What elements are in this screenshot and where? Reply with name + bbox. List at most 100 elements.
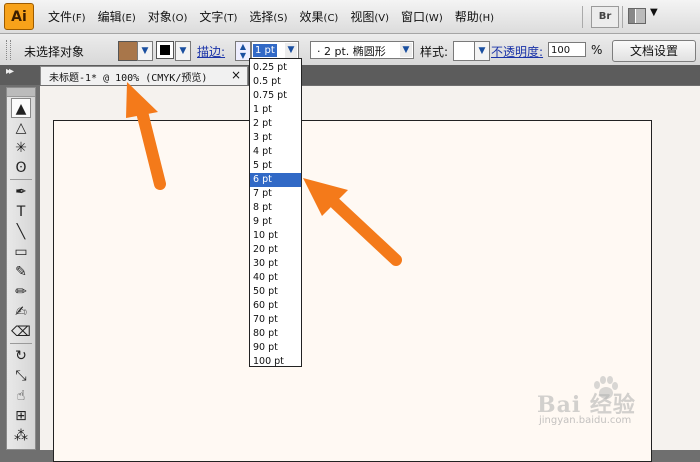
menu-bar: Ai 文件(F) 编辑(E) 对象(O) 文字(T) 选择(S) 效果(C) 视图(V) 窗口… bbox=[0, 0, 700, 34]
magic-wand-tool-button[interactable]: ✳ bbox=[11, 138, 31, 158]
stroke-weight-option[interactable]: 40 pt bbox=[250, 271, 301, 285]
selection-tool-button[interactable]: ▲ bbox=[11, 98, 31, 118]
document-tab[interactable]: 未标题-1* @ 100% (CMYK/预览) × bbox=[40, 66, 248, 85]
selection-status: 未选择对象 bbox=[24, 45, 85, 59]
menu-item[interactable]: 效果(C) bbox=[300, 8, 339, 25]
stroke-weight-option[interactable]: 50 pt bbox=[250, 285, 301, 299]
tool-separator bbox=[10, 343, 32, 344]
stroke-weight-option[interactable]: 0.5 pt bbox=[250, 75, 301, 89]
type-tool-button[interactable]: T bbox=[11, 202, 31, 222]
direct-selection-tool-button[interactable]: △ bbox=[11, 118, 31, 138]
lasso-tool-icon: ʘ bbox=[15, 160, 27, 176]
pen-tool-button[interactable]: ✒ bbox=[11, 182, 31, 202]
menu-item-accelerator: (C) bbox=[323, 13, 339, 24]
menu-item[interactable]: 文字(T) bbox=[199, 8, 237, 25]
free-transform-tool-icon: ⊞ bbox=[15, 408, 27, 424]
rotate-tool-button[interactable]: ↻ bbox=[11, 346, 31, 366]
workspace-switcher[interactable]: ▼ bbox=[628, 7, 662, 25]
opacity-label[interactable]: 不透明度: bbox=[491, 43, 543, 60]
stroke-label[interactable]: 描边: bbox=[197, 43, 225, 60]
menu-item-accelerator: (O) bbox=[171, 13, 188, 24]
menu-item[interactable]: 编辑(E) bbox=[98, 8, 136, 25]
stroke-weight-option[interactable]: 9 pt bbox=[250, 215, 301, 229]
stroke-weight-option[interactable]: 3 pt bbox=[250, 131, 301, 145]
stroke-weight-option[interactable]: 30 pt bbox=[250, 257, 301, 271]
stroke-weight-option[interactable]: 90 pt bbox=[250, 341, 301, 355]
stroke-dropdown-arrow[interactable]: ▼ bbox=[175, 41, 191, 61]
stroke-weight-option[interactable]: 7 pt bbox=[250, 187, 301, 201]
stroke-weight-option[interactable]: 2 pt bbox=[250, 117, 301, 131]
panel-grip[interactable] bbox=[6, 40, 11, 60]
stroke-weight-option[interactable]: 60 pt bbox=[250, 299, 301, 313]
stroke-weight-option[interactable]: 0.25 pt bbox=[250, 61, 301, 75]
warp-tool-button[interactable]: ☝ bbox=[11, 386, 31, 406]
lasso-tool-button[interactable]: ʘ bbox=[11, 158, 31, 178]
stroke-weight-dropdown: 0.25 pt 0.5 pt 0.75 pt 1 pt 2 pt 3 pt 4 pt 5 pt… bbox=[249, 58, 302, 367]
rectangle-tool-button[interactable]: ▭ bbox=[11, 242, 31, 262]
stroke-weight-option[interactable]: 10 pt bbox=[250, 229, 301, 243]
graphic-style-swatch[interactable] bbox=[453, 41, 475, 61]
stroke-weight-option[interactable]: 70 pt bbox=[250, 313, 301, 327]
menu-item-accelerator: (W) bbox=[425, 13, 443, 24]
fill-color-swatch[interactable] bbox=[118, 41, 138, 61]
stroke-weight-option[interactable]: 1 pt bbox=[250, 103, 301, 117]
menu-item[interactable]: 文件(F) bbox=[48, 8, 86, 25]
free-transform-tool-button[interactable]: ⊞ bbox=[11, 406, 31, 426]
stroke-weight-value[interactable]: 1 pt bbox=[253, 44, 277, 57]
menu-item[interactable]: 选择(S) bbox=[249, 8, 287, 25]
menu-item[interactable]: 视图(V) bbox=[350, 8, 389, 25]
app-logo: Ai bbox=[4, 3, 34, 30]
scale-tool-icon: ⤡ bbox=[15, 368, 27, 384]
menu-item[interactable]: 对象(O) bbox=[148, 8, 188, 25]
stroke-weight-option[interactable]: 20 pt bbox=[250, 243, 301, 257]
stroke-weight-option[interactable]: 6 pt bbox=[250, 173, 301, 187]
menu-item-label: 对象 bbox=[147, 10, 172, 24]
chevron-down-icon[interactable]: ▼ bbox=[285, 43, 297, 58]
fill-dropdown-arrow[interactable]: ▼ bbox=[137, 41, 153, 61]
menu-item-label: 文字 bbox=[199, 10, 224, 24]
style-dropdown-arrow[interactable]: ▼ bbox=[474, 41, 490, 61]
stroke-color-swatch[interactable] bbox=[156, 41, 174, 59]
scale-tool-button[interactable]: ⤡ bbox=[11, 366, 31, 386]
menu-item-label: 编辑 bbox=[97, 10, 122, 24]
stroke-weight-option[interactable]: 0.75 pt bbox=[250, 89, 301, 103]
menu-item[interactable]: 帮助(H) bbox=[455, 8, 494, 25]
menu-item-accelerator: (E) bbox=[121, 13, 136, 24]
blob-brush-tool-button[interactable]: ✍ bbox=[11, 302, 31, 322]
eraser-tool-button[interactable]: ⌫ bbox=[11, 322, 31, 342]
pencil-tool-icon: ✏ bbox=[15, 284, 27, 300]
control-bar: 未选择对象 ▼ ▼ 描边: ▲ ▼ 1 pt ▼ · 2 pt. 椭圆形 ▼ 样式… bbox=[0, 34, 700, 66]
chevron-down-icon[interactable]: ▼ bbox=[400, 43, 412, 57]
opacity-unit: % bbox=[591, 43, 603, 57]
brush-definition-select[interactable]: · 2 pt. 椭圆形 ▼ bbox=[310, 41, 414, 59]
stroke-weight-option[interactable]: 100 pt bbox=[250, 355, 301, 369]
line-tool-button[interactable]: ╲ bbox=[11, 222, 31, 242]
blob-brush-tool-icon: ✍ bbox=[15, 304, 27, 320]
menu-item-label: 效果 bbox=[299, 10, 324, 24]
watermark-url: jingyan.baidu.com bbox=[539, 415, 632, 426]
eraser-tool-icon: ⌫ bbox=[11, 324, 31, 340]
tools-panel-header[interactable] bbox=[7, 88, 35, 97]
menu-item-label: 窗口 bbox=[401, 10, 426, 24]
stroke-weight-option[interactable]: 80 pt bbox=[250, 327, 301, 341]
opacity-input[interactable]: 100 bbox=[548, 42, 586, 57]
pencil-tool-button[interactable]: ✏ bbox=[11, 282, 31, 302]
document-tab-title: 未标题-1* @ 100% (CMYK/预览) bbox=[49, 73, 208, 84]
menu-item[interactable]: 窗口(W) bbox=[401, 8, 443, 25]
chevron-down-icon: ▼ bbox=[650, 7, 658, 18]
stroke-weight-option[interactable]: 4 pt bbox=[250, 145, 301, 159]
rotate-tool-icon: ↻ bbox=[15, 348, 27, 364]
paintbrush-tool-button[interactable]: ✎ bbox=[11, 262, 31, 282]
close-icon[interactable]: × bbox=[231, 68, 241, 82]
bridge-button[interactable]: Br bbox=[591, 6, 619, 28]
menu-separator bbox=[622, 6, 623, 28]
symbol-sprayer-tool-button[interactable]: ⁂ bbox=[11, 426, 31, 446]
stroke-weight-option[interactable]: 5 pt bbox=[250, 159, 301, 173]
style-label: 样式: bbox=[420, 45, 449, 59]
collapse-panel-icon[interactable]: ▸▸ bbox=[6, 66, 14, 77]
line-tool-icon: ╲ bbox=[16, 224, 26, 240]
symbol-sprayer-tool-icon: ⁂ bbox=[14, 428, 28, 444]
document-setup-button[interactable]: 文档设置 bbox=[612, 40, 696, 62]
stroke-weight-option[interactable]: 8 pt bbox=[250, 201, 301, 215]
menu-item-label: 文件 bbox=[48, 10, 73, 24]
